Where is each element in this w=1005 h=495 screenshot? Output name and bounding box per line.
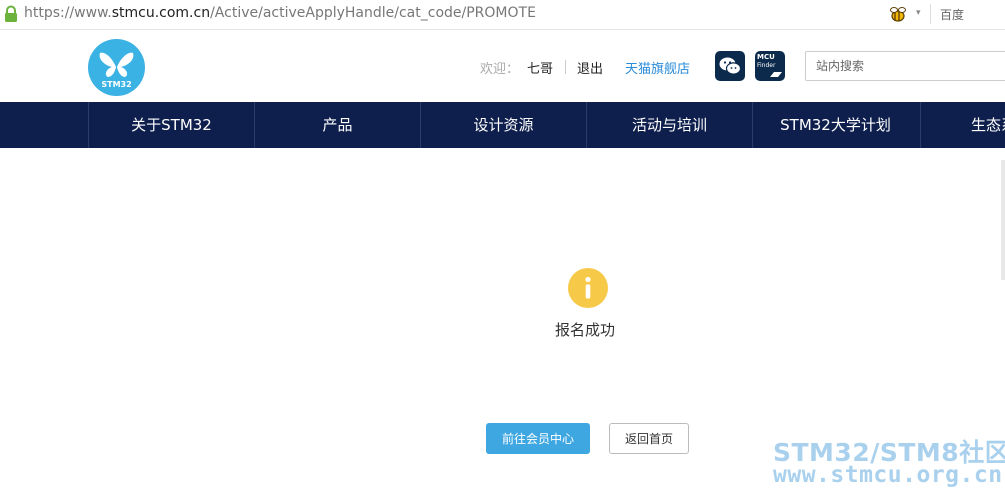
nav-item-about-stm32[interactable]: 关于STM32 xyxy=(88,102,254,148)
status-message: 报名成功 xyxy=(555,321,616,339)
url-text[interactable]: https://www.stmcu.com.cn/Active/activeAp… xyxy=(24,5,536,21)
info-icon xyxy=(568,268,608,308)
site-search-input[interactable] xyxy=(805,51,1005,81)
st-brand-icon xyxy=(770,72,782,77)
mcu-finder-icon[interactable]: MCU Finder xyxy=(755,51,785,81)
nav-item-ecosystem[interactable]: 生态系统 xyxy=(920,102,1005,148)
back-home-button[interactable]: 返回首页 xyxy=(609,423,689,454)
addr-divider xyxy=(930,4,931,24)
nav-item-university-program[interactable]: STM32大学计划 xyxy=(752,102,918,148)
logout-link[interactable]: 退出 xyxy=(577,58,603,77)
welcome-label: 欢迎： xyxy=(480,62,520,77)
lock-icon xyxy=(5,5,17,22)
logo-text: STM32 xyxy=(101,80,131,89)
url-domain: stmcu.com.cn xyxy=(111,5,211,21)
mcu-finder-sublabel: Finder xyxy=(757,62,776,69)
tmall-store-link[interactable]: 天猫旗舰店 xyxy=(625,58,690,77)
browser-address-bar[interactable]: https://www.stmcu.com.cn/Active/activeAp… xyxy=(0,0,1005,30)
addr-dropdown-caret-icon[interactable]: ▾ xyxy=(916,8,921,18)
main-nav: 关于STM32 产品 设计资源 活动与培训 STM32大学计划 生态系统 xyxy=(0,102,1005,148)
bee-extension-icon[interactable] xyxy=(888,5,908,23)
stm32-logo[interactable]: STM32 xyxy=(88,39,145,96)
user-name-link[interactable]: 七哥 xyxy=(527,58,553,77)
nav-item-events-training[interactable]: 活动与培训 xyxy=(586,102,752,148)
go-member-center-button[interactable]: 前往会员中心 xyxy=(486,423,590,454)
nav-item-products[interactable]: 产品 xyxy=(254,102,420,148)
watermark-url: www.stmcu.org.cn xyxy=(773,462,1003,488)
page-scrollbar[interactable] xyxy=(1001,160,1005,280)
url-prefix: https://www. xyxy=(24,5,112,21)
user-divider xyxy=(565,60,566,74)
search-engine-label[interactable]: 百度 xyxy=(940,6,964,23)
nav-item-design-resources[interactable]: 设计资源 xyxy=(420,102,586,148)
mcu-finder-label: MCU xyxy=(757,53,775,61)
url-path: /Active/activeApplyHandle/cat_code/PROMO… xyxy=(210,5,536,21)
wechat-icon[interactable] xyxy=(715,51,745,81)
